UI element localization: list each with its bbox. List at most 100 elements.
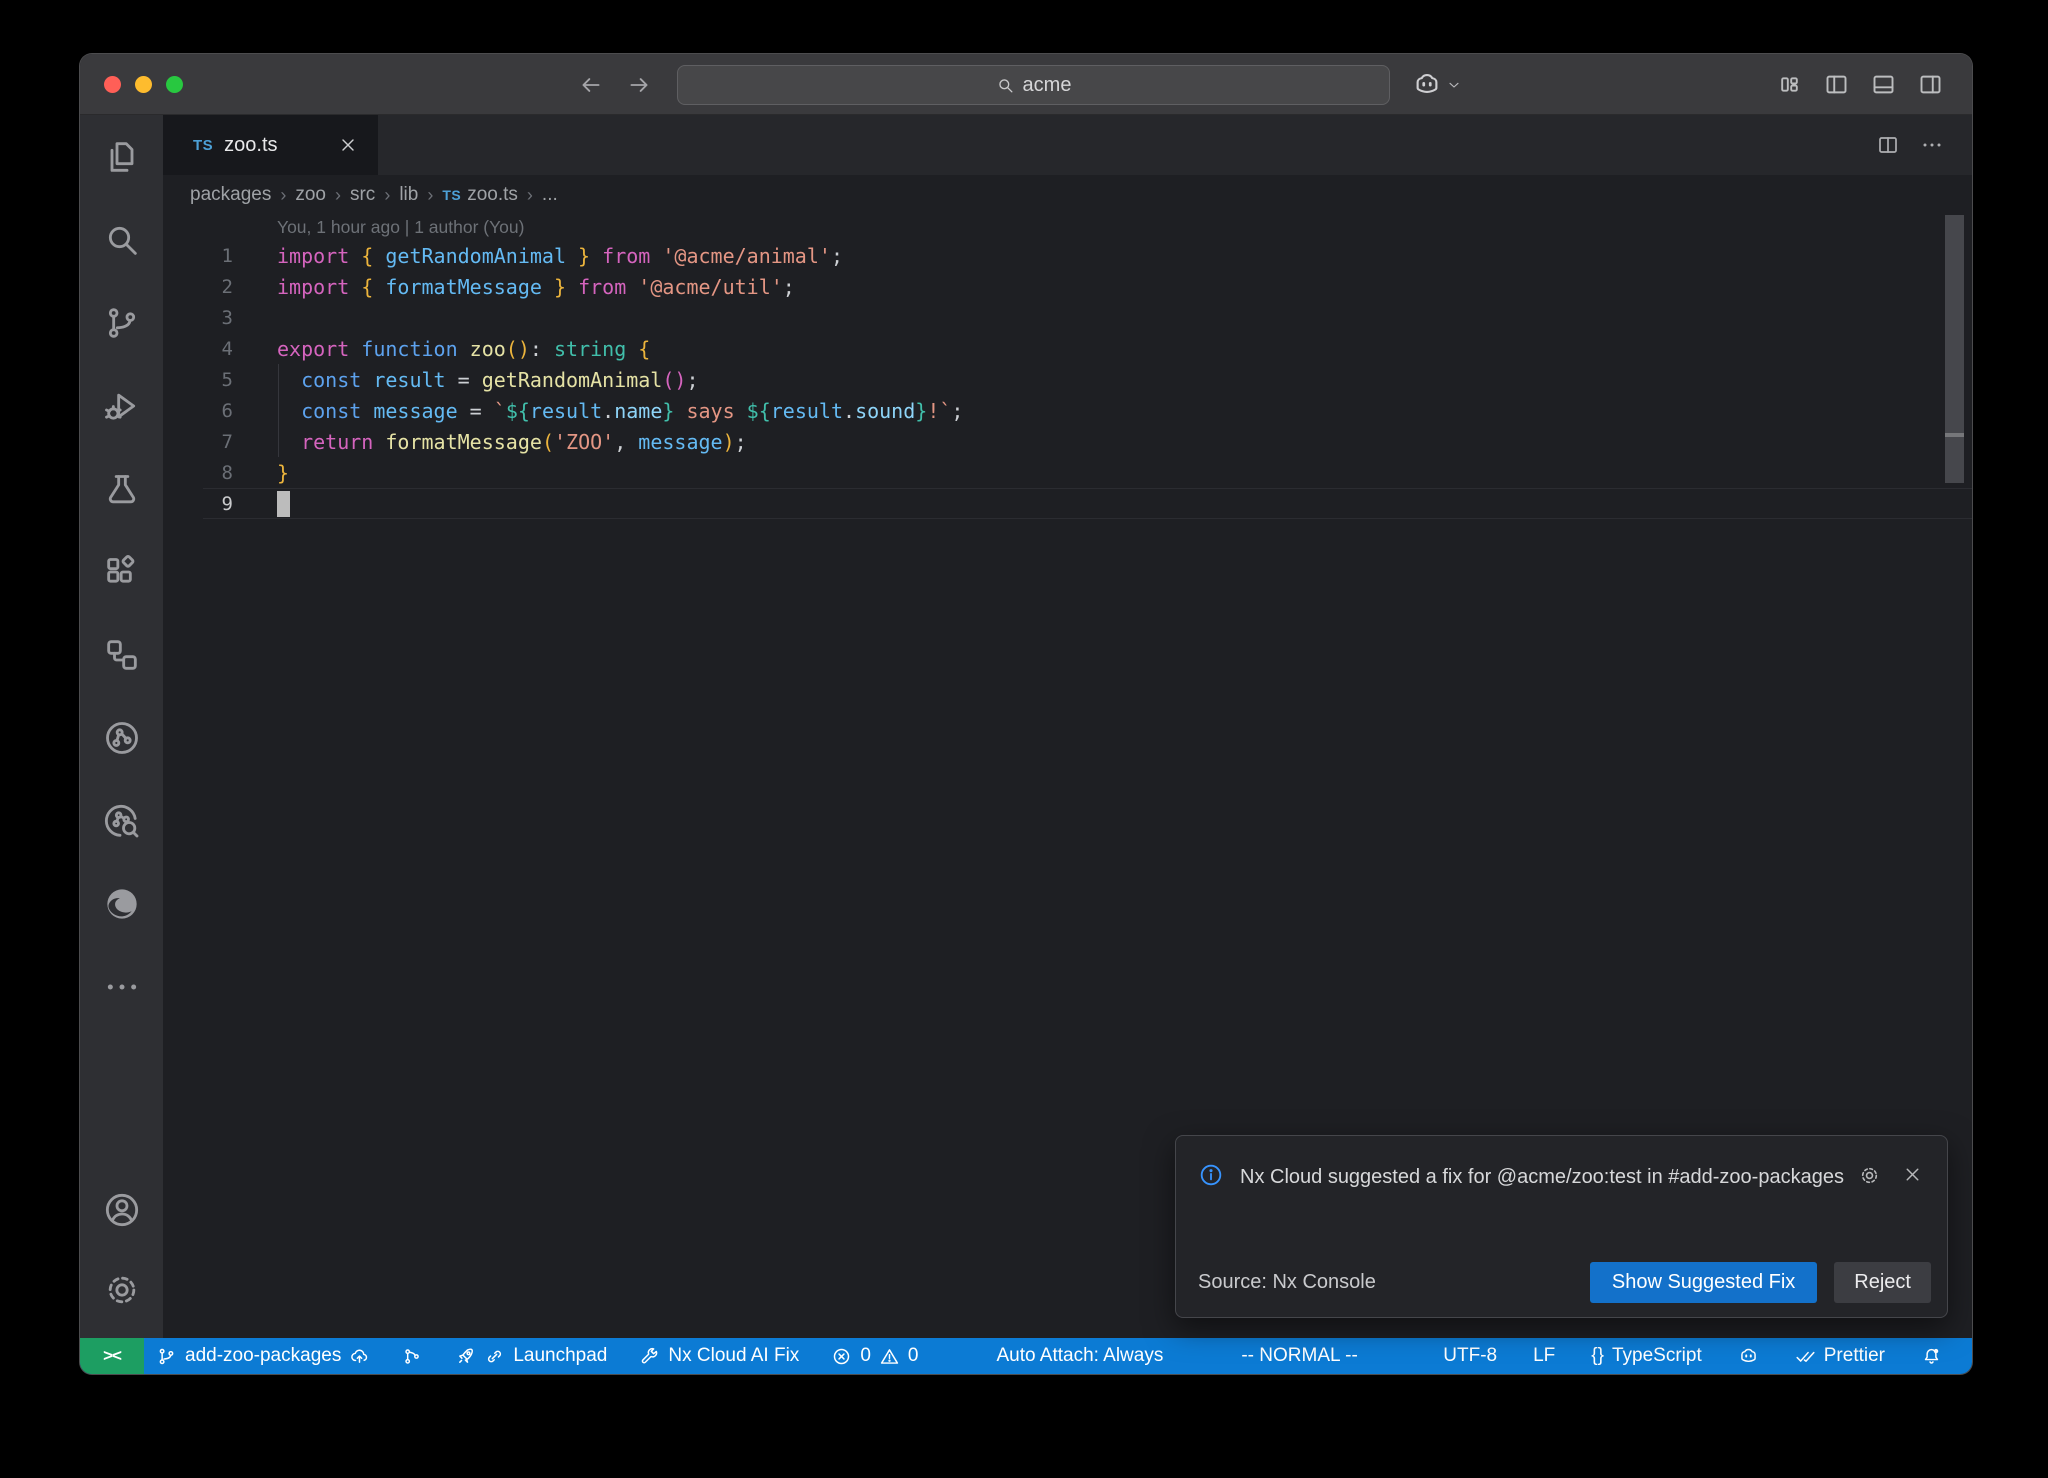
close-tab-icon[interactable] (338, 135, 358, 155)
tab-bar: TS zoo.ts (163, 115, 1972, 175)
zoom-window-button[interactable] (166, 76, 183, 93)
tab-zoo-ts[interactable]: TS zoo.ts (163, 115, 378, 175)
debug-icon[interactable] (102, 386, 142, 426)
code-line[interactable]: 2import { formatMessage } from '@acme/ut… (163, 271, 1972, 302)
code-line[interactable]: 6 const message = `${result.name} says $… (163, 395, 1972, 426)
typescript-file-icon: TS (442, 187, 461, 203)
status-text: {} (1591, 1345, 1604, 1367)
git-branch-icon (156, 1346, 177, 1367)
titlebar: acme (80, 54, 1972, 115)
files-icon[interactable] (102, 137, 142, 177)
bell-dot-icon (1921, 1346, 1942, 1367)
code-line[interactable]: 4export function zoo(): string { (163, 333, 1972, 364)
minimize-window-button[interactable] (135, 76, 152, 93)
code-line[interactable]: 7 return formatMessage('ZOO', message); (163, 426, 1972, 457)
line-number: 4 (163, 338, 233, 360)
status-text: add-zoo-packages (185, 1345, 341, 1367)
status-item-encoding[interactable]: UTF-8 (1443, 1345, 1497, 1367)
panel-left-icon[interactable] (1823, 71, 1850, 98)
status-item-notifications-bell[interactable] (1921, 1346, 1942, 1367)
gear-icon[interactable] (102, 1270, 142, 1310)
remote-indicator[interactable]: >< (80, 1338, 144, 1374)
notification-close-icon[interactable] (1902, 1164, 1923, 1185)
status-text: 0 (860, 1345, 871, 1367)
history-nav (578, 54, 652, 115)
source-control-icon[interactable] (102, 303, 142, 343)
line-number: 8 (163, 462, 233, 484)
status-text: LF (1533, 1345, 1555, 1367)
account-icon[interactable] (102, 1190, 142, 1230)
status-item-prettier[interactable]: Prettier (1795, 1345, 1885, 1367)
status-item-nx-cloud-ai-fix[interactable]: Nx Cloud AI Fix (639, 1345, 799, 1367)
status-item-problems[interactable]: 00 (831, 1345, 918, 1367)
copilot-icon[interactable] (1412, 70, 1442, 100)
code-line[interactable]: 8} (163, 457, 1972, 488)
beaker-icon[interactable] (102, 469, 142, 509)
status-item-commits[interactable] (402, 1346, 423, 1367)
screen: acme TS zoo.ts packages›zo (0, 0, 2048, 1478)
breadcrumb-item-packages[interactable]: packages (190, 184, 271, 206)
panel-right-icon[interactable] (1917, 71, 1944, 98)
status-item-auto-attach[interactable]: Auto Attach: Always (996, 1345, 1163, 1367)
breadcrumb-item-zoo[interactable]: zoo (295, 184, 326, 206)
code-text: const message = `${result.name} says ${r… (233, 399, 963, 423)
panel-bottom-icon[interactable] (1870, 71, 1897, 98)
copilot-menu[interactable] (1412, 54, 1462, 115)
code-text: return formatMessage('ZOO', message); (233, 430, 747, 454)
breadcrumb-item--[interactable]: ... (542, 184, 558, 206)
arrow-right-icon[interactable] (626, 72, 652, 98)
search-icon (996, 76, 1015, 95)
breadcrumb-separator: › (427, 185, 433, 206)
status-text: Prettier (1824, 1345, 1885, 1367)
scrollbar-cursor-marker (1945, 433, 1964, 437)
status-text: Nx Cloud AI Fix (668, 1345, 799, 1367)
code-line[interactable]: 1import { getRandomAnimal } from '@acme/… (163, 240, 1972, 271)
wrench-icon (639, 1346, 660, 1367)
status-item-launchpad[interactable]: Launchpad (455, 1345, 607, 1367)
chevron-down-icon[interactable] (1446, 77, 1462, 93)
reject-button[interactable]: Reject (1834, 1262, 1931, 1303)
status-item-eol[interactable]: LF (1533, 1345, 1555, 1367)
breadcrumb-item-zoo-ts[interactable]: TSzoo.ts (442, 184, 518, 206)
status-text: Auto Attach: Always (996, 1345, 1163, 1367)
line-number: 7 (163, 431, 233, 453)
nx-console-icon[interactable] (102, 718, 142, 758)
boxes-icon[interactable] (102, 635, 142, 675)
search-icon[interactable] (102, 220, 142, 260)
code-text: } (233, 461, 289, 485)
status-item-vim-mode[interactable]: -- NORMAL -- (1241, 1345, 1357, 1367)
notification-footer: Source: Nx Console Show Suggested Fix Re… (1198, 1262, 1931, 1303)
typescript-file-icon: TS (193, 137, 213, 154)
layout-icon[interactable] (1776, 71, 1803, 98)
editor-actions (1876, 115, 1944, 175)
code-line[interactable]: 9 (203, 488, 1972, 519)
nx-graph-icon[interactable] (102, 801, 142, 841)
info-icon (1198, 1162, 1224, 1188)
breadcrumb-item-lib[interactable]: lib (399, 184, 418, 206)
close-window-button[interactable] (104, 76, 121, 93)
edge-icon[interactable] (102, 884, 142, 924)
status-item-branch[interactable]: add-zoo-packages (156, 1345, 370, 1367)
code-line[interactable]: 3 (163, 302, 1972, 333)
code-line[interactable]: 5 const result = getRandomAnimal(); (163, 364, 1972, 395)
status-item-language[interactable]: {} TypeScript (1591, 1345, 1701, 1367)
notification-settings-icon[interactable] (1858, 1164, 1881, 1187)
status-text: TypeScript (1612, 1345, 1702, 1367)
command-center-search[interactable]: acme (677, 65, 1390, 105)
ellipsis-icon[interactable] (1920, 133, 1944, 157)
split-editor-icon[interactable] (1876, 133, 1900, 157)
show-suggested-fix-button[interactable]: Show Suggested Fix (1590, 1262, 1817, 1303)
extensions-icon[interactable] (102, 552, 142, 592)
status-left: add-zoo-packages Launchpad Nx Cloud AI Fix… (156, 1345, 1443, 1367)
breadcrumb-item-src[interactable]: src (350, 184, 375, 206)
code-text (233, 490, 290, 517)
status-text: -- NORMAL -- (1241, 1345, 1357, 1367)
ellipsis-icon[interactable] (102, 967, 142, 1007)
error-icon (831, 1346, 852, 1367)
arrow-left-icon[interactable] (578, 72, 604, 98)
status-item-copilot-status[interactable] (1738, 1346, 1759, 1367)
check-all-icon (1795, 1346, 1816, 1367)
code-editor[interactable]: 1import { getRandomAnimal } from '@acme/… (163, 240, 1972, 519)
warning-icon (879, 1346, 900, 1367)
editor-scrollbar[interactable] (1945, 215, 1964, 483)
